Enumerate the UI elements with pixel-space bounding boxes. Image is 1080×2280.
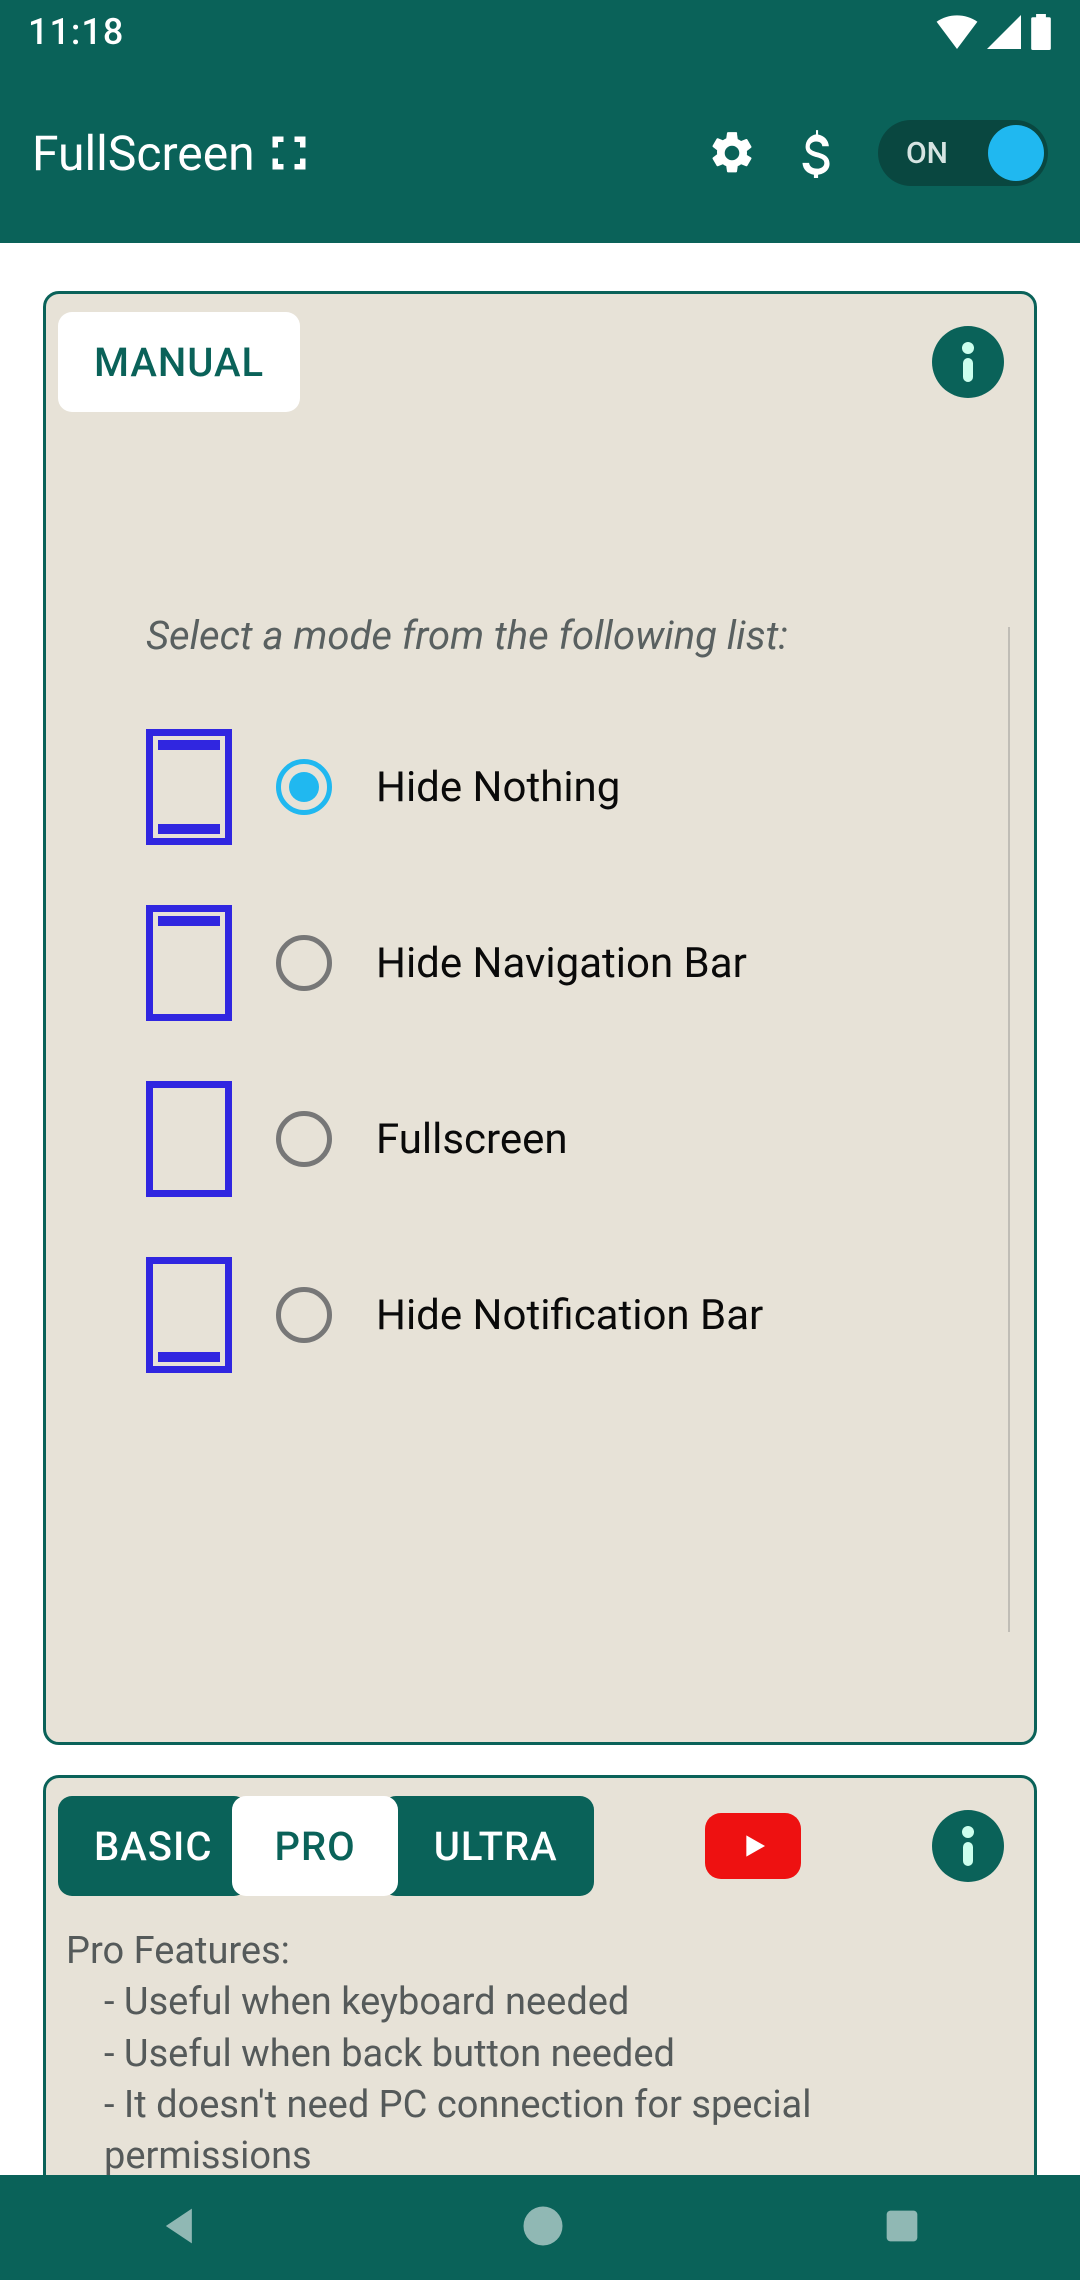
cell-signal-icon (986, 15, 1022, 49)
mode-option-hide-nav[interactable]: Hide Navigation Bar (146, 905, 974, 1021)
tab-manual[interactable]: MANUAL (58, 312, 300, 412)
phone-none-icon (146, 1081, 232, 1197)
system-status-bar: 11:18 (0, 0, 1080, 63)
triangle-back-icon (155, 2200, 207, 2252)
feature-item: - Useful when back button needed (66, 2029, 1014, 2080)
mode-option-hide-nothing[interactable]: Hide Nothing (146, 729, 974, 845)
dollar-icon (791, 128, 841, 178)
status-icons (936, 14, 1052, 50)
nav-recent-button[interactable] (879, 2203, 925, 2253)
tab-pro[interactable]: PRO (232, 1796, 397, 1896)
feature-item: - Useful when keyboard needed (66, 1977, 1014, 2028)
video-button[interactable] (705, 1813, 801, 1879)
mode-label: Fullscreen (376, 1115, 568, 1164)
gear-icon (707, 128, 757, 178)
tab-automatic[interactable]: AUTOMATIC (284, 312, 606, 412)
wifi-icon (936, 15, 978, 49)
tab-basic[interactable]: BASIC (58, 1796, 248, 1896)
mode-info-button[interactable] (932, 326, 1004, 398)
features-info-button[interactable] (932, 1810, 1004, 1882)
phone-full-icon (146, 729, 232, 845)
mode-label: Hide Nothing (376, 763, 620, 812)
features-text: Pro Features: - Useful when keyboard nee… (46, 1896, 1034, 2175)
nav-home-button[interactable] (517, 2200, 569, 2256)
mode-prompt: Select a mode from the following list: (146, 612, 974, 659)
square-recent-icon (879, 2203, 925, 2249)
mode-card: MANUAL AUTOMATIC Select a mode from the … (43, 291, 1037, 1745)
purchase-button[interactable] (774, 111, 858, 195)
scrollbar[interactable] (1008, 627, 1010, 1632)
radio-unselected-icon (276, 935, 332, 991)
fullscreen-icon (267, 131, 311, 175)
master-toggle[interactable]: ON (878, 120, 1048, 186)
tier-tab-group: BASIC PRO ULTRA (58, 1796, 594, 1896)
circle-home-icon (517, 2200, 569, 2252)
app-title-text: FullScreen (32, 125, 255, 182)
phone-no-nav-icon (146, 905, 232, 1021)
master-toggle-label: ON (906, 136, 948, 171)
tab-ultra[interactable]: ULTRA (382, 1796, 594, 1896)
mode-label: Hide Navigation Bar (376, 939, 747, 988)
battery-icon (1030, 14, 1052, 50)
radio-unselected-icon (276, 1111, 332, 1167)
mode-tab-group: MANUAL AUTOMATIC (58, 312, 606, 412)
feature-item: - It doesn't need PC connection for spec… (66, 2080, 1014, 2175)
radio-selected-icon (276, 759, 332, 815)
app-title: FullScreen (32, 125, 311, 182)
system-nav-bar (0, 2175, 1080, 2280)
phone-no-notif-icon (146, 1257, 232, 1373)
play-icon (737, 1830, 769, 1862)
mode-option-fullscreen[interactable]: Fullscreen (146, 1081, 974, 1197)
mode-option-hide-notif[interactable]: Hide Notification Bar (146, 1257, 974, 1373)
info-icon (958, 342, 978, 382)
toggle-thumb-icon (988, 125, 1044, 181)
status-clock: 11:18 (28, 11, 124, 53)
features-heading: Pro Features: (66, 1926, 1014, 1977)
nav-back-button[interactable] (155, 2200, 207, 2256)
features-card: BASIC PRO ULTRA Pro Features: - Useful w… (43, 1775, 1037, 2175)
mode-label: Hide Notification Bar (376, 1291, 763, 1340)
info-icon (958, 1826, 978, 1866)
radio-unselected-icon (276, 1287, 332, 1343)
settings-button[interactable] (690, 111, 774, 195)
app-action-bar: FullScreen ON (0, 63, 1080, 243)
